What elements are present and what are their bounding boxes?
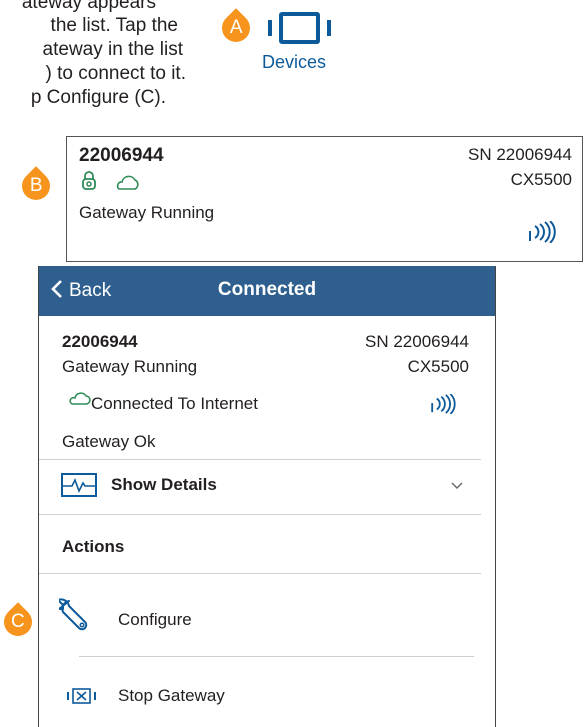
gateway-health: Gateway Ok: [62, 432, 156, 451]
devices-tab-label[interactable]: Devices: [262, 52, 326, 73]
signal-icon: [529, 221, 556, 243]
divider: [79, 656, 474, 657]
instruction-line: ) to connect to it.: [45, 63, 186, 84]
cloud-icon: [116, 175, 139, 190]
internet-status: Connected To Internet: [91, 394, 258, 413]
configure-action[interactable]: Configure: [39, 574, 481, 654]
gateway-serial: SN 22006944: [468, 145, 572, 164]
configure-label: Configure: [118, 610, 192, 629]
show-details-label: Show Details: [111, 475, 217, 494]
divider: [39, 514, 481, 515]
callout-c: C: [0, 602, 38, 642]
stop-gateway-label: Stop Gateway: [118, 686, 225, 705]
detail-status: Gateway Running: [62, 357, 198, 376]
cloud-icon: [69, 392, 91, 405]
gateway-model: CX5500: [510, 170, 572, 189]
callout-b: B: [16, 166, 56, 206]
gateway-list-card[interactable]: 22006944 SN 22006944 CX5500 Gateway Runn…: [66, 136, 583, 262]
connected-screen: Back Connected 22006944 SN 22006944 Gate…: [38, 266, 496, 727]
detail-model: CX5500: [407, 357, 469, 376]
instruction-line: the list. Tap the: [50, 15, 178, 36]
gateway-name: 22006944: [79, 145, 164, 166]
detail-serial: SN 22006944: [365, 332, 469, 351]
lock-icon: [82, 171, 96, 190]
wrench-icon: [59, 598, 88, 631]
instruction-line: p Configure (C).: [30, 87, 166, 108]
chevron-down-icon: [451, 482, 463, 489]
nav-bar: Back Connected: [39, 266, 495, 316]
show-details-row[interactable]: Show Details: [39, 460, 481, 514]
device-tablet-icon[interactable]: [268, 10, 334, 46]
gateway-status: Gateway Running: [79, 203, 215, 222]
detail-gateway-name: 22006944: [62, 332, 138, 351]
monitor-pulse-icon: [61, 473, 97, 497]
instruction-line: ateway appears: [21, 0, 156, 13]
signal-icon: [431, 394, 456, 414]
actions-header: Actions: [62, 537, 125, 556]
instruction-line: ateway in the list: [42, 39, 183, 60]
nav-title: Connected: [217, 279, 317, 300]
stop-gateway-icon: [67, 688, 96, 704]
stop-gateway-action[interactable]: Stop Gateway: [39, 658, 481, 727]
callout-a: A: [216, 8, 256, 48]
